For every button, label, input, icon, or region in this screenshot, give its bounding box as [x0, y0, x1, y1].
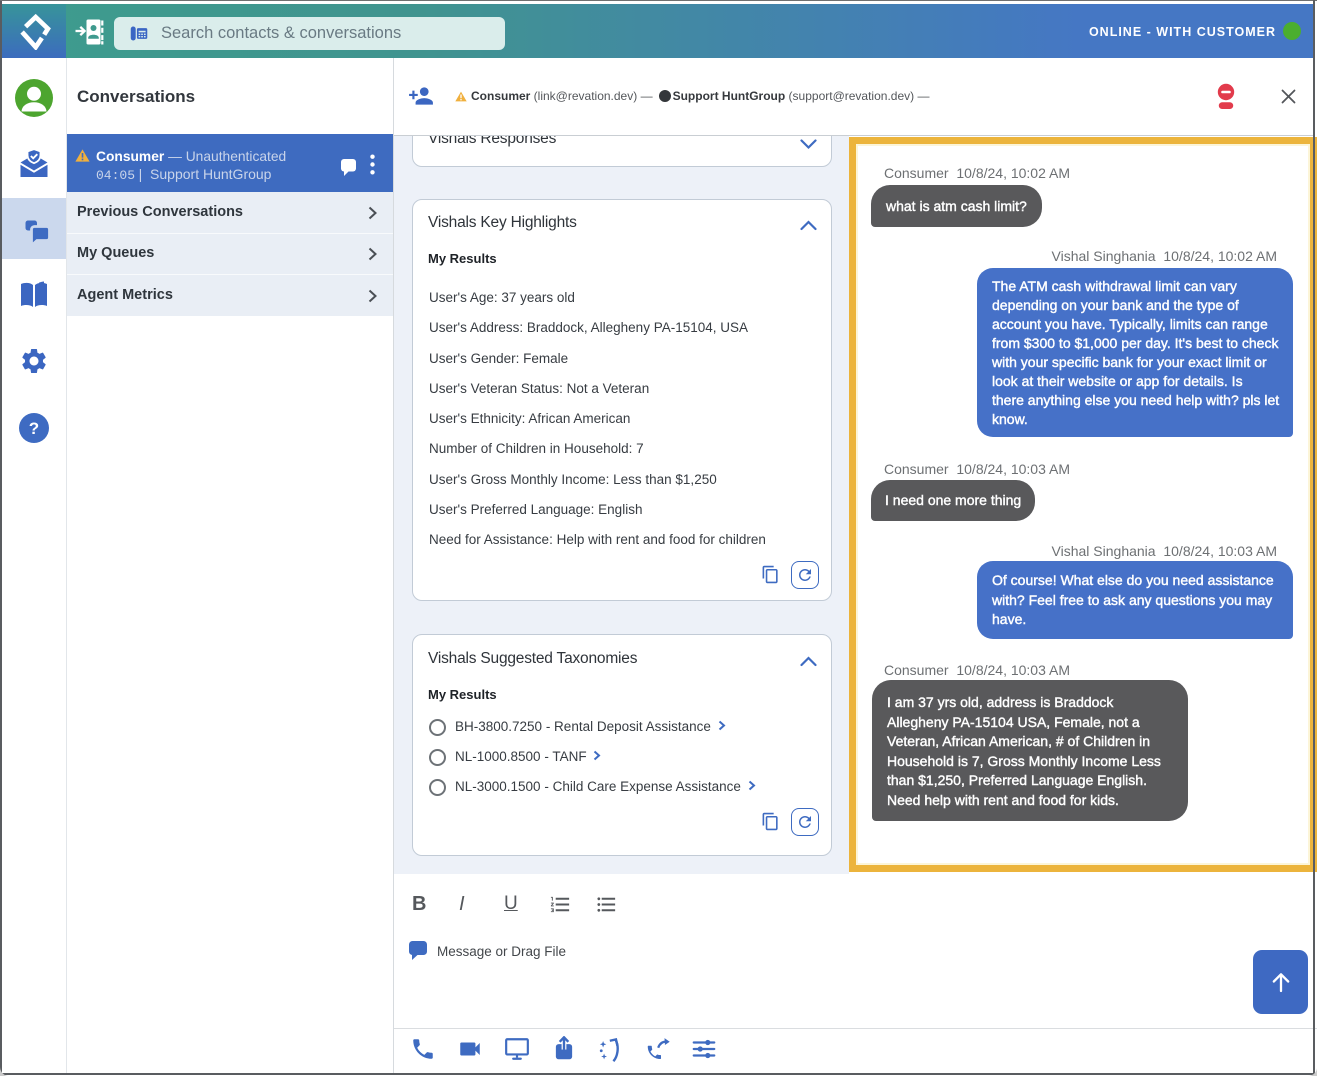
svg-text:?: ? — [29, 419, 39, 438]
